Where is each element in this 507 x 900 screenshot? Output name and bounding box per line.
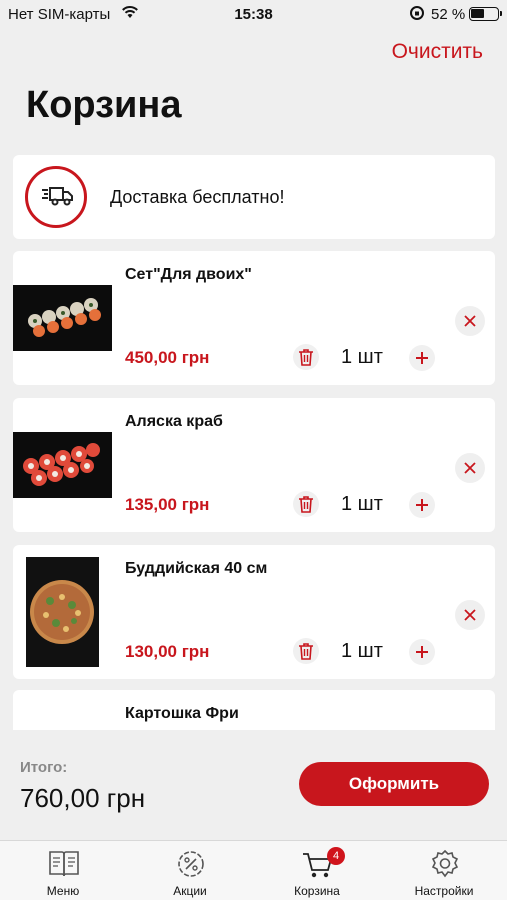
- item-name: Сет"Для двоих": [125, 266, 252, 283]
- item-name: Аляска краб: [125, 413, 223, 430]
- item-price: 450,00 грн: [125, 348, 210, 367]
- trash-icon[interactable]: [293, 491, 319, 517]
- battery-percent: 52 %: [431, 6, 466, 23]
- tab-settings[interactable]: Настройки: [381, 841, 507, 900]
- order-summary: Итого: 760,00 грн Оформить: [0, 730, 507, 840]
- delivery-truck-icon: [25, 166, 87, 228]
- cart-item: Сет"Для двоих" 450,00 грн 1 шт: [13, 251, 495, 385]
- total-value: 760,00 грн: [20, 783, 146, 813]
- cart-count-badge: 4: [327, 847, 345, 865]
- remove-item-button[interactable]: [455, 453, 485, 483]
- status-bar: Нет SIM-карты 15:38 52 %: [0, 0, 507, 30]
- product-image: [13, 285, 112, 351]
- trash-icon[interactable]: [293, 344, 319, 370]
- item-quantity: 1 шт: [341, 493, 383, 515]
- menu-book-icon: [49, 851, 79, 877]
- page-title: Корзина: [26, 84, 182, 126]
- percent-badge-icon: [178, 851, 204, 877]
- item-price: 130,00 грн: [125, 642, 210, 661]
- delivery-text: Доставка бесплатно!: [110, 187, 285, 207]
- item-name: Буддийская 40 см: [125, 560, 268, 577]
- clear-cart-button[interactable]: Очистить: [392, 40, 483, 64]
- item-quantity: 1 шт: [341, 346, 383, 368]
- total-label: Итого:: [20, 759, 68, 776]
- item-name: Картошка Фри: [125, 705, 239, 722]
- remove-item-button[interactable]: [455, 600, 485, 630]
- tab-label: Настройки: [414, 884, 474, 898]
- cart-item: Картошка Фри: [13, 690, 495, 730]
- cart-item: Аляска краб 135,00 грн 1 шт: [13, 398, 495, 532]
- tab-cart[interactable]: 4 Корзина: [254, 841, 380, 900]
- tab-label: Акции: [173, 884, 207, 898]
- cart-item: Буддийская 40 см 130,00 грн 1 шт: [13, 545, 495, 679]
- tab-label: Меню: [46, 884, 80, 898]
- tab-promotions[interactable]: Акции: [127, 841, 253, 900]
- increase-quantity-button[interactable]: [409, 639, 435, 665]
- rotation-lock-icon: [409, 5, 425, 25]
- increase-quantity-button[interactable]: [409, 492, 435, 518]
- item-quantity: 1 шт: [341, 640, 383, 662]
- increase-quantity-button[interactable]: [409, 345, 435, 371]
- checkout-button[interactable]: Оформить: [299, 762, 489, 806]
- tab-menu[interactable]: Меню: [0, 841, 126, 900]
- gear-icon: [431, 849, 459, 878]
- tab-bar: Меню Акции 4 Корзина Настройки: [0, 840, 507, 900]
- item-price: 135,00 грн: [125, 495, 210, 514]
- remove-item-button[interactable]: [455, 306, 485, 336]
- delivery-banner: Доставка бесплатно!: [13, 155, 495, 239]
- product-image: [26, 557, 99, 667]
- trash-icon[interactable]: [293, 638, 319, 664]
- tab-label: Корзина: [294, 884, 340, 898]
- battery-icon: [469, 7, 502, 21]
- product-image: [13, 432, 112, 498]
